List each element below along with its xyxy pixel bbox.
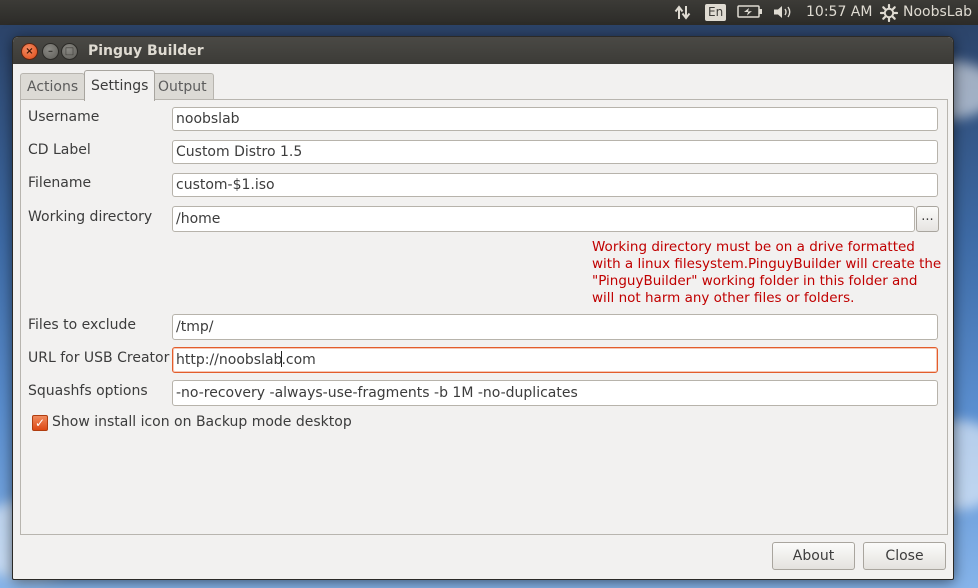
working-directory-field[interactable]: /home	[172, 206, 915, 232]
tab-settings[interactable]: Settings	[84, 70, 156, 101]
top-panel: En 10:57 AM NoobsLab	[0, 0, 978, 25]
working-directory-warning: Working directory must be on a drive for…	[592, 239, 942, 306]
tab-output[interactable]: Output	[151, 73, 214, 100]
usb-creator-url-text-before-caret: http://noobslab	[176, 352, 283, 368]
filename-label: Filename	[28, 175, 92, 191]
browse-directory-button[interactable]: ...	[916, 206, 939, 232]
keyboard-layout-label: En	[705, 4, 727, 21]
files-to-exclude-label: Files to exclude	[28, 317, 137, 333]
maximize-icon: □	[64, 45, 75, 57]
close-window-button[interactable]: ×	[21, 43, 38, 60]
settings-panel: Username noobslab CD Label Custom Distro…	[20, 99, 948, 535]
show-install-icon-checkbox[interactable]: ✓	[32, 415, 48, 431]
show-install-icon-label[interactable]: Show install icon on Backup mode desktop	[52, 414, 352, 430]
window-title: Pinguy Builder	[88, 43, 204, 59]
volume-icon[interactable]	[772, 0, 794, 25]
usb-creator-url-label: URL for USB Creator	[28, 350, 170, 366]
username-field[interactable]: noobslab	[172, 107, 938, 131]
pinguy-builder-window: × – □ Pinguy Builder Actions Settings Ou…	[12, 36, 954, 580]
close-icon: ×	[25, 45, 34, 57]
squashfs-options-field[interactable]: -no-recovery -always-use-fragments -b 1M…	[172, 380, 938, 406]
user-name[interactable]: NoobsLab	[903, 0, 972, 25]
cd-label-field[interactable]: Custom Distro 1.5	[172, 140, 938, 164]
title-bar[interactable]: × – □ Pinguy Builder	[13, 37, 953, 64]
gear-icon[interactable]	[880, 0, 898, 25]
minimize-window-button[interactable]: –	[42, 43, 59, 60]
checkmark-icon: ✓	[34, 416, 46, 430]
squashfs-options-label: Squashfs options	[28, 383, 148, 399]
close-button[interactable]: Close	[863, 542, 946, 570]
about-button[interactable]: About	[772, 542, 855, 570]
battery-icon[interactable]	[737, 0, 763, 25]
cd-label-label: CD Label	[28, 142, 91, 158]
clock[interactable]: 10:57 AM	[806, 0, 872, 25]
keyboard-layout-icon[interactable]: En	[705, 0, 727, 25]
network-transfer-icon[interactable]	[674, 0, 692, 25]
tab-actions[interactable]: Actions	[20, 73, 86, 100]
working-directory-label: Working directory	[28, 209, 153, 225]
username-label: Username	[28, 109, 100, 125]
usb-creator-url-text-after-caret: .com	[281, 352, 316, 368]
filename-field[interactable]: custom-$1.iso	[172, 173, 938, 197]
minimize-icon: –	[48, 45, 53, 57]
maximize-window-button[interactable]: □	[61, 43, 78, 60]
usb-creator-url-field[interactable]: http://noobslab.com	[172, 347, 938, 373]
files-to-exclude-field[interactable]: /tmp/	[172, 314, 938, 340]
